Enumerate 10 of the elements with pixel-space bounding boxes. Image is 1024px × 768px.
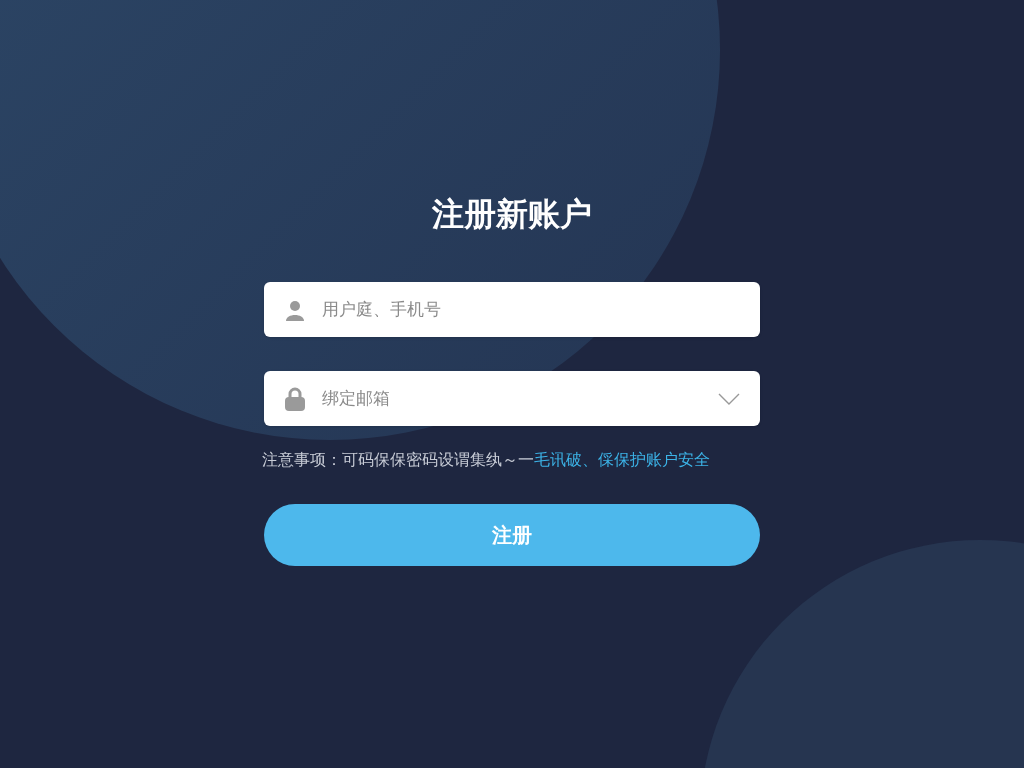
email-input[interactable]: 绑定邮箱 [322, 385, 702, 412]
username-input[interactable]: 用户庭、手机号 [322, 296, 740, 323]
page-title: 注册新账户 [432, 195, 592, 234]
username-field[interactable]: 用户庭、手机号 [264, 282, 760, 337]
notice-link[interactable]: 毛讯破、倸保护账户安全 [534, 451, 710, 468]
user-icon [284, 298, 306, 321]
notice-text: 注意事项：可码保保密码设谓集纨～一毛讯破、倸保护账户安全 [262, 450, 711, 470]
chevron-down-icon [718, 392, 740, 405]
lock-icon [284, 386, 306, 411]
email-select[interactable]: 绑定邮箱 [264, 371, 760, 426]
